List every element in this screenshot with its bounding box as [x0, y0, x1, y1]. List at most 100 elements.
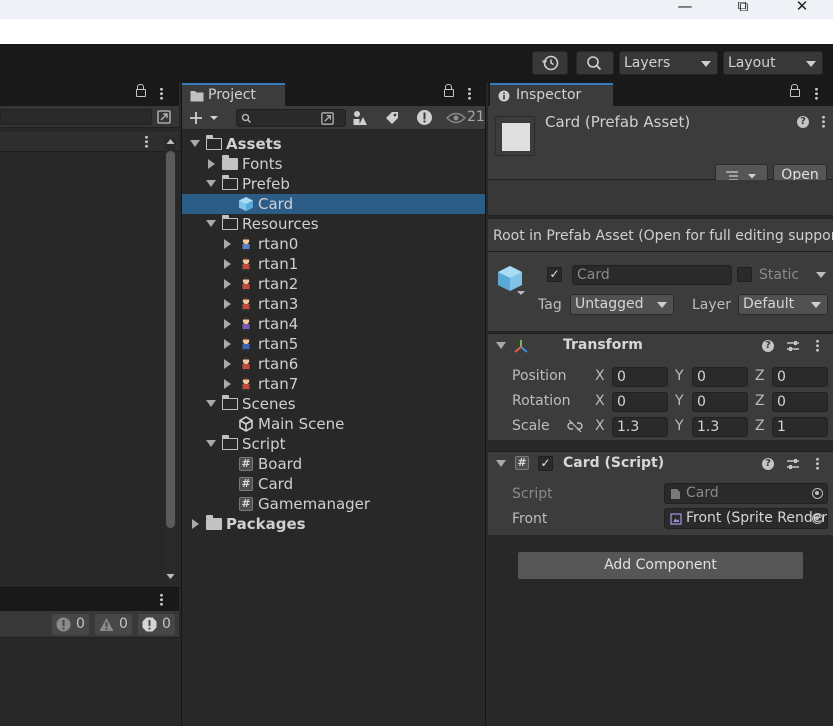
more-options-icon[interactable]: [815, 87, 818, 104]
tree-node-label: Board: [258, 455, 303, 473]
visibility-eye-icon[interactable]: [446, 111, 466, 125]
log-alert-icon[interactable]: [416, 109, 433, 126]
close-icon[interactable]: ✕: [792, 0, 812, 16]
tree-node[interactable]: rtan4: [182, 314, 485, 334]
layout-dropdown[interactable]: Layout: [723, 51, 823, 75]
scroll-down-icon[interactable]: [165, 571, 176, 581]
tree-node[interactable]: Card: [182, 194, 485, 214]
more-options-icon[interactable]: [160, 87, 163, 104]
tree-node[interactable]: rtan5: [182, 334, 485, 354]
foldout-arrow-icon[interactable]: [496, 342, 506, 350]
foldout-closed-icon[interactable]: [224, 299, 231, 309]
tree-node[interactable]: Fonts: [182, 154, 485, 174]
position-y-field[interactable]: 0: [692, 367, 748, 387]
static-checkbox[interactable]: [737, 267, 752, 282]
foldout-closed-icon[interactable]: [224, 359, 231, 369]
transform-header[interactable]: Transform ?: [488, 333, 833, 357]
tree-node[interactable]: Prefeb: [182, 174, 485, 194]
scale-x-field[interactable]: 1.3: [612, 417, 668, 437]
tree-node[interactable]: # Gamemanager: [182, 494, 485, 514]
tab-project[interactable]: Project: [182, 83, 285, 106]
tree-node[interactable]: Packages: [182, 514, 485, 534]
position-x-field[interactable]: 0: [612, 367, 668, 387]
lock-icon[interactable]: [444, 84, 454, 101]
foldout-closed-icon[interactable]: [224, 239, 231, 249]
rotation-y-field[interactable]: 0: [692, 392, 748, 412]
more-options-icon[interactable]: [160, 593, 163, 610]
foldout-closed-icon[interactable]: [224, 379, 231, 389]
tree-node[interactable]: Resources: [182, 214, 485, 234]
tree-node[interactable]: Assets: [182, 134, 485, 154]
more-options-icon[interactable]: [816, 457, 819, 474]
search-button[interactable]: [576, 51, 614, 75]
tree-node[interactable]: Script: [182, 434, 485, 454]
info-count-toggle[interactable]: 0: [52, 614, 89, 635]
more-options-icon[interactable]: [816, 339, 819, 356]
help-icon[interactable]: ?: [762, 458, 774, 470]
help-icon[interactable]: ?: [762, 340, 774, 352]
object-picker-icon[interactable]: [812, 513, 823, 524]
search-mode-icon[interactable]: [320, 111, 335, 126]
tree-node[interactable]: # Card: [182, 474, 485, 494]
scale-y-field[interactable]: 1.3: [692, 417, 748, 437]
foldout-closed-icon[interactable]: [224, 339, 231, 349]
history-button[interactable]: [532, 51, 568, 75]
tree-node[interactable]: # Board: [182, 454, 485, 474]
object-name-field[interactable]: Card: [572, 265, 732, 285]
rotation-z-field[interactable]: 0: [772, 392, 828, 412]
foldout-closed-icon[interactable]: [224, 319, 231, 329]
tree-node[interactable]: rtan6: [182, 354, 485, 374]
more-options-icon[interactable]: [468, 87, 471, 104]
restore-icon[interactable]: ⧉: [733, 0, 753, 16]
layer-dropdown[interactable]: Default: [738, 294, 828, 315]
foldout-closed-icon[interactable]: [192, 519, 199, 529]
scroll-up-icon[interactable]: [165, 137, 176, 147]
foldout-open-icon[interactable]: [206, 220, 216, 227]
foldout-closed-icon[interactable]: [224, 279, 231, 289]
foldout-open-icon[interactable]: [206, 440, 216, 447]
tree-node[interactable]: rtan0: [182, 234, 485, 254]
tree-node[interactable]: rtan2: [182, 274, 485, 294]
hierarchy-search-input[interactable]: [0, 109, 152, 125]
error-count-toggle[interactable]: 0: [138, 614, 175, 635]
foldout-open-icon[interactable]: [190, 140, 200, 147]
tree-node[interactable]: rtan1: [182, 254, 485, 274]
foldout-closed-icon[interactable]: [208, 159, 215, 169]
scrollbar-thumb[interactable]: [166, 151, 175, 528]
scale-z-field[interactable]: 1: [772, 417, 828, 437]
active-checkbox[interactable]: ✓: [547, 267, 562, 282]
position-z-field[interactable]: 0: [772, 367, 828, 387]
warning-count-toggle[interactable]: 0: [95, 614, 132, 635]
layers-dropdown[interactable]: Layers: [619, 51, 718, 75]
chevron-down-icon[interactable]: [815, 271, 827, 279]
add-component-button[interactable]: Add Component: [517, 551, 804, 580]
foldout-open-icon[interactable]: [206, 400, 216, 407]
create-add-icon[interactable]: [188, 110, 224, 126]
tag-dropdown[interactable]: Untagged: [570, 294, 674, 315]
tree-node[interactable]: rtan3: [182, 294, 485, 314]
tree-node[interactable]: Main Scene: [182, 414, 485, 434]
front-object-field[interactable]: Front (Sprite Renderer): [664, 508, 828, 529]
more-options-icon[interactable]: [822, 115, 825, 132]
lock-icon[interactable]: [136, 84, 146, 101]
hierarchy-scrollbar[interactable]: [165, 137, 176, 582]
presets-icon[interactable]: [786, 339, 800, 353]
script-enabled-checkbox[interactable]: ✓: [538, 456, 553, 471]
more-options-icon[interactable]: [145, 135, 148, 152]
unlink-icon[interactable]: [567, 419, 583, 433]
foldout-arrow-icon[interactable]: [496, 460, 506, 468]
presets-icon[interactable]: [786, 457, 800, 471]
foldout-open-icon[interactable]: [206, 180, 216, 187]
rotation-x-field[interactable]: 0: [612, 392, 668, 412]
card-script-header[interactable]: # ✓ Card (Script) ?: [488, 451, 833, 475]
tab-inspector[interactable]: Inspector: [490, 83, 613, 106]
lock-icon[interactable]: [790, 84, 800, 101]
search-by-label-icon[interactable]: [384, 110, 400, 126]
foldout-closed-icon[interactable]: [224, 259, 231, 269]
help-icon[interactable]: ?: [797, 116, 809, 128]
tree-node[interactable]: rtan7: [182, 374, 485, 394]
maximize-icon[interactable]: [156, 109, 172, 125]
minimize-icon[interactable]: —: [675, 0, 695, 16]
tree-node[interactable]: Scenes: [182, 394, 485, 414]
search-by-type-icon[interactable]: [352, 110, 368, 126]
